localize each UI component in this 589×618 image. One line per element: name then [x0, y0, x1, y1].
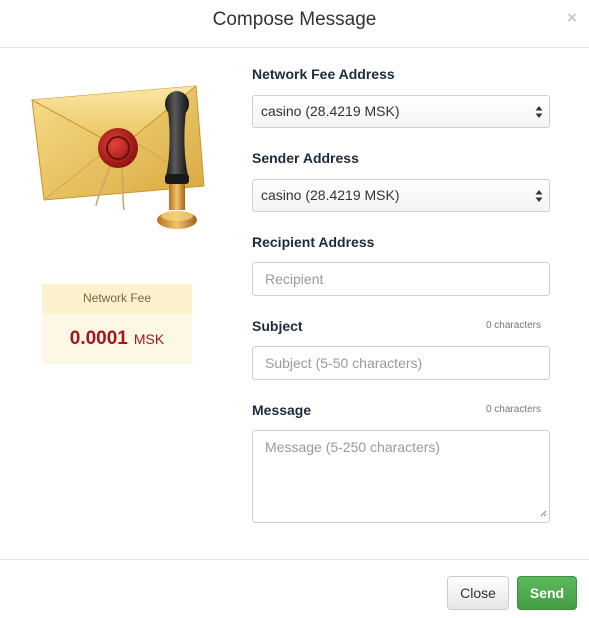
fee-amount: 0.0001: [69, 328, 128, 349]
subject-character-counter: 0 characters: [485, 320, 541, 331]
network-fee-address-select[interactable]: casino (28.4219 MSK): [252, 95, 550, 128]
sender-address-label: Sender Address: [252, 150, 359, 166]
network-fee-label: Network Fee: [42, 284, 192, 314]
up-down-arrows-icon: [535, 106, 543, 118]
recipient-input[interactable]: [252, 262, 550, 296]
close-button[interactable]: Close: [447, 576, 509, 610]
message-label: Message: [252, 402, 312, 418]
send-button[interactable]: Send: [517, 576, 577, 610]
sender-address-select[interactable]: casino (28.4219 MSK): [252, 179, 550, 212]
resize-grip-icon[interactable]: [540, 510, 547, 517]
message-character-counter: 0 characters: [485, 404, 541, 415]
close-icon[interactable]: ×: [567, 8, 577, 28]
recipient-address-label: Recipient Address: [252, 234, 375, 250]
subject-label: Subject: [252, 318, 303, 334]
network-fee-box: Network Fee 0.0001 MSK: [42, 284, 192, 364]
dialog-footer: Close Send: [0, 559, 589, 618]
fee-unit: MSK: [133, 331, 165, 347]
network-fee-address-value: casino (28.4219 MSK): [261, 103, 400, 119]
sender-address-value: casino (28.4219 MSK): [261, 187, 400, 203]
up-down-arrows-icon: [535, 190, 543, 202]
network-fee-address-label: Network Fee Address: [252, 66, 395, 82]
dialog-header: Compose Message ×: [0, 0, 589, 48]
network-fee-value: 0.0001 MSK: [42, 328, 192, 350]
message-textarea[interactable]: [252, 430, 550, 523]
subject-input[interactable]: [252, 346, 550, 380]
envelope-seal-illustration: [31, 85, 205, 229]
wax-seal-icon: [98, 128, 138, 168]
compose-message-dialog: Compose Message × Network Fee 0.0001 MSK…: [0, 0, 589, 617]
dialog-title: Compose Message: [212, 9, 377, 30]
